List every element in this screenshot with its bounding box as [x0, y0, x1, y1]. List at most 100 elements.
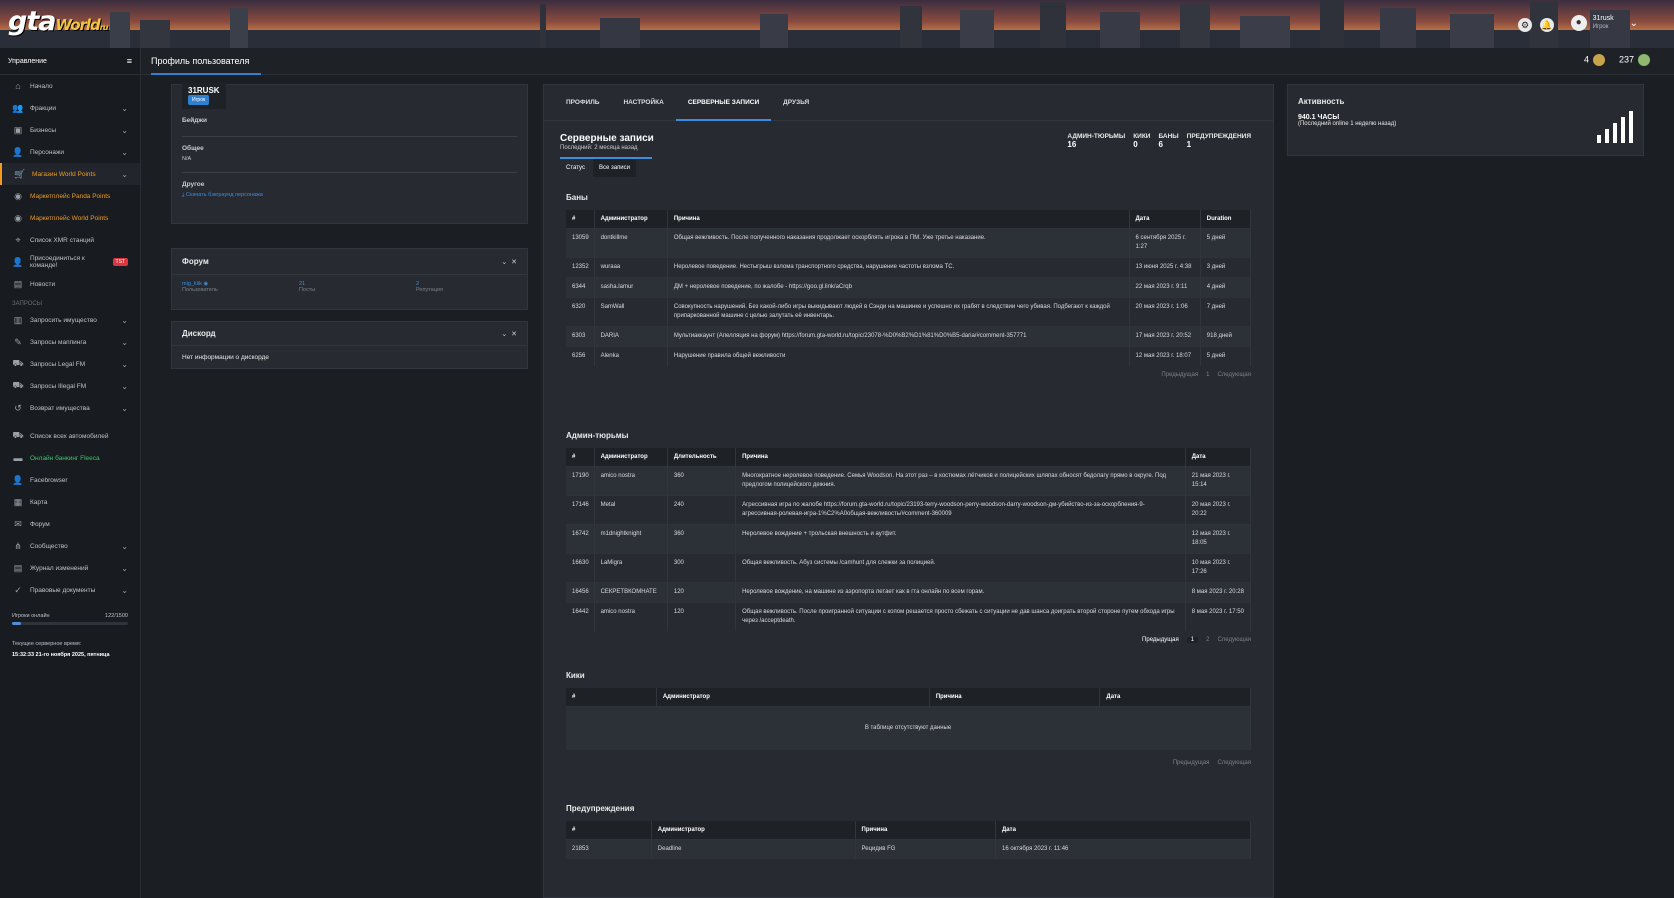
user-icon: 👤: [12, 146, 24, 157]
warnings-header-id[interactable]: #: [566, 821, 652, 840]
table-cell: 17146: [566, 495, 595, 525]
tab-server-records[interactable]: СЕРВЕРНЫЕ ЗАПИСИ: [675, 85, 772, 121]
kicks-empty-message: В таблице отсутствуют данные: [566, 706, 1251, 750]
sidebar-item-label: Запросить имущество: [30, 316, 97, 324]
sidebar-item-label: Онлайн банкинг Fleeca: [30, 454, 100, 462]
sidebar-item[interactable]: ⛟ Список всех автомобилей: [0, 425, 140, 447]
table-cell: 5 дней: [1200, 228, 1252, 258]
sidebar-item[interactable]: ▤ Новости: [0, 273, 140, 295]
tab-profile[interactable]: ПРОФИЛЬ: [554, 85, 611, 121]
general-value: N/A: [182, 156, 192, 162]
bans-next-button[interactable]: Следующая: [1217, 372, 1251, 378]
sidebar-item[interactable]: ⛟ Запросы Illegal FM ⌄: [0, 375, 140, 397]
bans-header-admin[interactable]: Администратор: [594, 210, 668, 229]
jails-header-duration[interactable]: Длительность: [667, 448, 737, 467]
bell-icon[interactable]: 🔔: [1540, 18, 1554, 32]
collapse-icon[interactable]: ⌄: [501, 331, 507, 338]
sidebar: Управление ≡ ⌂ Начало 👥 Фракции ⌄ ▣ Бизнесы ⌄ 👤 П…: [0, 48, 141, 898]
sidebar-item[interactable]: ▥ Запросить имущество ⌄: [0, 309, 140, 331]
tab-settings[interactable]: НАСТРОЙКА: [611, 85, 675, 121]
user-menu[interactable]: ● 31rusk Игрок ⌄: [1570, 15, 1638, 31]
sidebar-item[interactable]: ◉ Маркетплейс Panda Points: [0, 185, 140, 207]
sidebar-item-label: Запросы Legal FM: [30, 360, 86, 368]
stat-bans-label: БАНЫ: [1158, 133, 1179, 140]
table-cell: Metal: [594, 495, 668, 525]
sidebar-item[interactable]: 👥 Фракции ⌄: [0, 97, 140, 119]
bans-header-reason[interactable]: Причина: [667, 210, 1130, 229]
table-row: 6320 SamWall Совокупность нарушений. Без к…: [566, 297, 1252, 327]
chevron-down-icon[interactable]: ⌄: [1630, 18, 1638, 29]
points-balance[interactable]: 237: [1619, 54, 1650, 66]
coins-balance[interactable]: 4: [1584, 54, 1605, 66]
kicks-next-button[interactable]: Следующая: [1217, 760, 1251, 766]
kicks-header-admin[interactable]: Администратор: [656, 688, 930, 707]
jails-prev-button[interactable]: Предыдущая: [1142, 637, 1179, 643]
header-banner: gtaWorldru ⚙ 🔔 ● 31rusk Игрок ⌄: [0, 0, 1674, 48]
kicks-header-reason[interactable]: Причина: [929, 688, 1101, 707]
menu-toggle-icon[interactable]: ≡: [127, 56, 132, 66]
kicks-header-id[interactable]: #: [566, 688, 657, 707]
stat-kicks-label: КИКИ: [1133, 133, 1151, 140]
profile-tabs: ПРОФИЛЬ НАСТРОЙКА СЕРВЕРНЫЕ ЗАПИСИ ДРУЗЬ…: [544, 85, 1273, 121]
profile-name: 31RUSK: [188, 86, 220, 95]
sidebar-item[interactable]: ⋔ Сообщество ⌄: [0, 535, 140, 557]
sidebar-item[interactable]: ✓ Правовые документы ⌄: [0, 579, 140, 601]
download-background-link[interactable]: ⤓ Скачать бэкграунд персонажа: [182, 192, 517, 199]
table-row: 16630 LaMigra 300 Общая вежливость. Абуз си…: [566, 553, 1252, 583]
kicks-prev-button[interactable]: Предыдущая: [1173, 760, 1210, 766]
jails-header-id[interactable]: #: [566, 448, 595, 467]
profile-card: 31RUSK Игрок Бейджи Общее N/A Другое ⤓ С…: [171, 82, 528, 224]
sidebar-item[interactable]: ⛟ Запросы Legal FM ⌄: [0, 353, 140, 375]
discord-title: Дискорд: [182, 329, 216, 338]
close-icon[interactable]: ✕: [511, 331, 517, 338]
table-cell: DARIA: [594, 326, 668, 347]
bans-header-date[interactable]: Дата: [1129, 210, 1201, 229]
sidebar-item[interactable]: 👤 Присоединиться к команде! TST: [0, 251, 140, 273]
tab-friends[interactable]: ДРУЗЬЯ: [771, 85, 821, 121]
logo-tld: ru: [99, 23, 109, 32]
table-cell: SamWall: [594, 297, 668, 327]
jails-page-1[interactable]: 1: [1186, 637, 1199, 643]
activity-title: Активность: [1298, 97, 1345, 106]
sidebar-item[interactable]: ◉ Маркетплейс World Points: [0, 207, 140, 229]
sidebar-item[interactable]: 🛒 Магазин World Points ⌄: [0, 163, 140, 185]
bans-header-id[interactable]: #: [566, 210, 595, 229]
table-cell: Многократное неролевое поведение. Семья …: [735, 466, 1186, 496]
settings-icon[interactable]: ⚙: [1518, 18, 1532, 32]
car-icon: ⛟: [12, 358, 24, 368]
sidebar-item[interactable]: ✉ Форум: [0, 513, 140, 535]
warnings-header-admin[interactable]: Администратор: [651, 821, 856, 840]
sidebar-item[interactable]: ▬ Онлайн банкинг Fleeca: [0, 447, 140, 469]
subtab-all-records[interactable]: Все записи: [592, 159, 637, 177]
table-cell: 21 мая 2023 г. 15:14: [1185, 466, 1252, 496]
activity-hours: 940.1 ЧАСЫ: [1298, 114, 1340, 121]
jails-header-date[interactable]: Дата: [1185, 448, 1252, 467]
jails-next-button[interactable]: Следующая: [1217, 637, 1251, 643]
collapse-icon[interactable]: ⌄: [501, 259, 507, 266]
sidebar-item[interactable]: ⌂ Начало: [0, 75, 140, 97]
sidebar-item-label: Маркетплейс World Points: [30, 214, 109, 222]
sidebar-item[interactable]: ▣ Бизнесы ⌄: [0, 119, 140, 141]
jails-header-admin[interactable]: Администратор: [594, 448, 668, 467]
table-cell: dontkillme: [594, 228, 668, 258]
warnings-header-date[interactable]: Дата: [995, 821, 1251, 840]
bans-header-duration[interactable]: Duration: [1200, 210, 1252, 229]
jails-page-2[interactable]: 2: [1206, 637, 1209, 643]
site-logo[interactable]: gtaWorldru: [8, 6, 109, 37]
sidebar-item[interactable]: ▦ Карта: [0, 491, 140, 513]
table-cell: 4 дней: [1200, 277, 1252, 298]
warnings-header-reason[interactable]: Причина: [855, 821, 997, 840]
sidebar-item[interactable]: ↺ Возврат имущества ⌄: [0, 397, 140, 419]
jails-header-reason[interactable]: Причина: [735, 448, 1186, 467]
table-cell: 6320: [566, 297, 595, 327]
sidebar-item[interactable]: ▤ Журнал изменений ⌄: [0, 557, 140, 579]
close-icon[interactable]: ✕: [511, 259, 517, 266]
bans-page-1[interactable]: 1: [1206, 372, 1209, 378]
sidebar-item[interactable]: ⌖ Список XMR станций: [0, 229, 140, 251]
subtab-status[interactable]: Статус: [560, 159, 591, 177]
sidebar-item[interactable]: ✎ Запросы маппинга ⌄: [0, 331, 140, 353]
kicks-header-date[interactable]: Дата: [1099, 688, 1251, 707]
bans-prev-button[interactable]: Предыдущая: [1161, 372, 1198, 378]
sidebar-item[interactable]: 👤 Персонажи ⌄: [0, 141, 140, 163]
sidebar-item[interactable]: 👤 Facebrowser: [0, 469, 140, 491]
